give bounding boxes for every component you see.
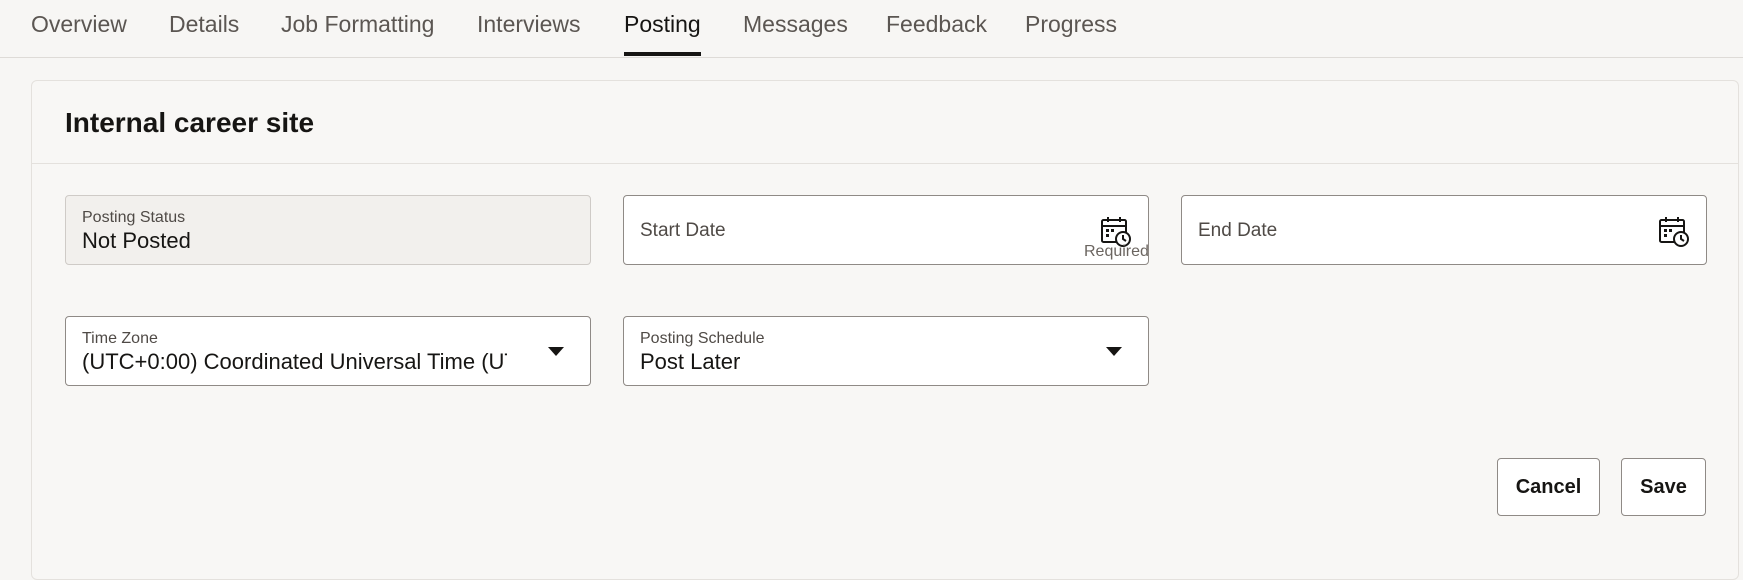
internal-career-site-card: Internal career site Posting Status Not …: [31, 80, 1739, 580]
posting-schedule-value: Post Later: [640, 349, 741, 374]
start-date-placeholder: Start Date: [640, 220, 726, 241]
chevron-down-icon[interactable]: [1106, 347, 1122, 356]
tab-bar: Overview Details Job Formatting Intervie…: [0, 0, 1743, 58]
start-date-input[interactable]: Start Date: [623, 195, 1149, 265]
tab-posting[interactable]: Posting: [624, 0, 701, 56]
end-date-input[interactable]: End Date: [1181, 195, 1707, 265]
save-button[interactable]: Save: [1621, 458, 1706, 516]
cancel-button[interactable]: Cancel: [1497, 458, 1600, 516]
posting-status-value: Not Posted: [82, 228, 191, 253]
tab-overview[interactable]: Overview: [31, 0, 127, 56]
posting-status-label: Posting Status: [82, 209, 186, 226]
tab-details[interactable]: Details: [169, 0, 239, 56]
time-zone-value: (UTC+0:00) Coordinated Universal Time (U…: [82, 349, 507, 374]
end-date-placeholder: End Date: [1198, 220, 1278, 241]
posting-schedule-select[interactable]: Posting Schedule Post Later: [623, 316, 1149, 386]
posting-schedule-label: Posting Schedule: [640, 330, 765, 347]
calendar-clock-icon[interactable]: [1658, 215, 1690, 247]
tab-progress[interactable]: Progress: [1025, 0, 1117, 56]
tab-messages[interactable]: Messages: [743, 0, 848, 56]
card-divider: [32, 163, 1738, 164]
tab-job-formatting[interactable]: Job Formatting: [281, 0, 434, 56]
posting-status-field: Posting Status Not Posted: [65, 195, 591, 265]
start-date-required-helper: Required: [1084, 243, 1149, 260]
card-title: Internal career site: [65, 107, 315, 138]
tab-interviews[interactable]: Interviews: [477, 0, 581, 56]
tab-feedback[interactable]: Feedback: [886, 0, 987, 56]
time-zone-label: Time Zone: [82, 330, 158, 347]
chevron-down-icon[interactable]: [548, 347, 564, 356]
time-zone-select[interactable]: Time Zone (UTC+0:00) Coordinated Univers…: [65, 316, 591, 386]
